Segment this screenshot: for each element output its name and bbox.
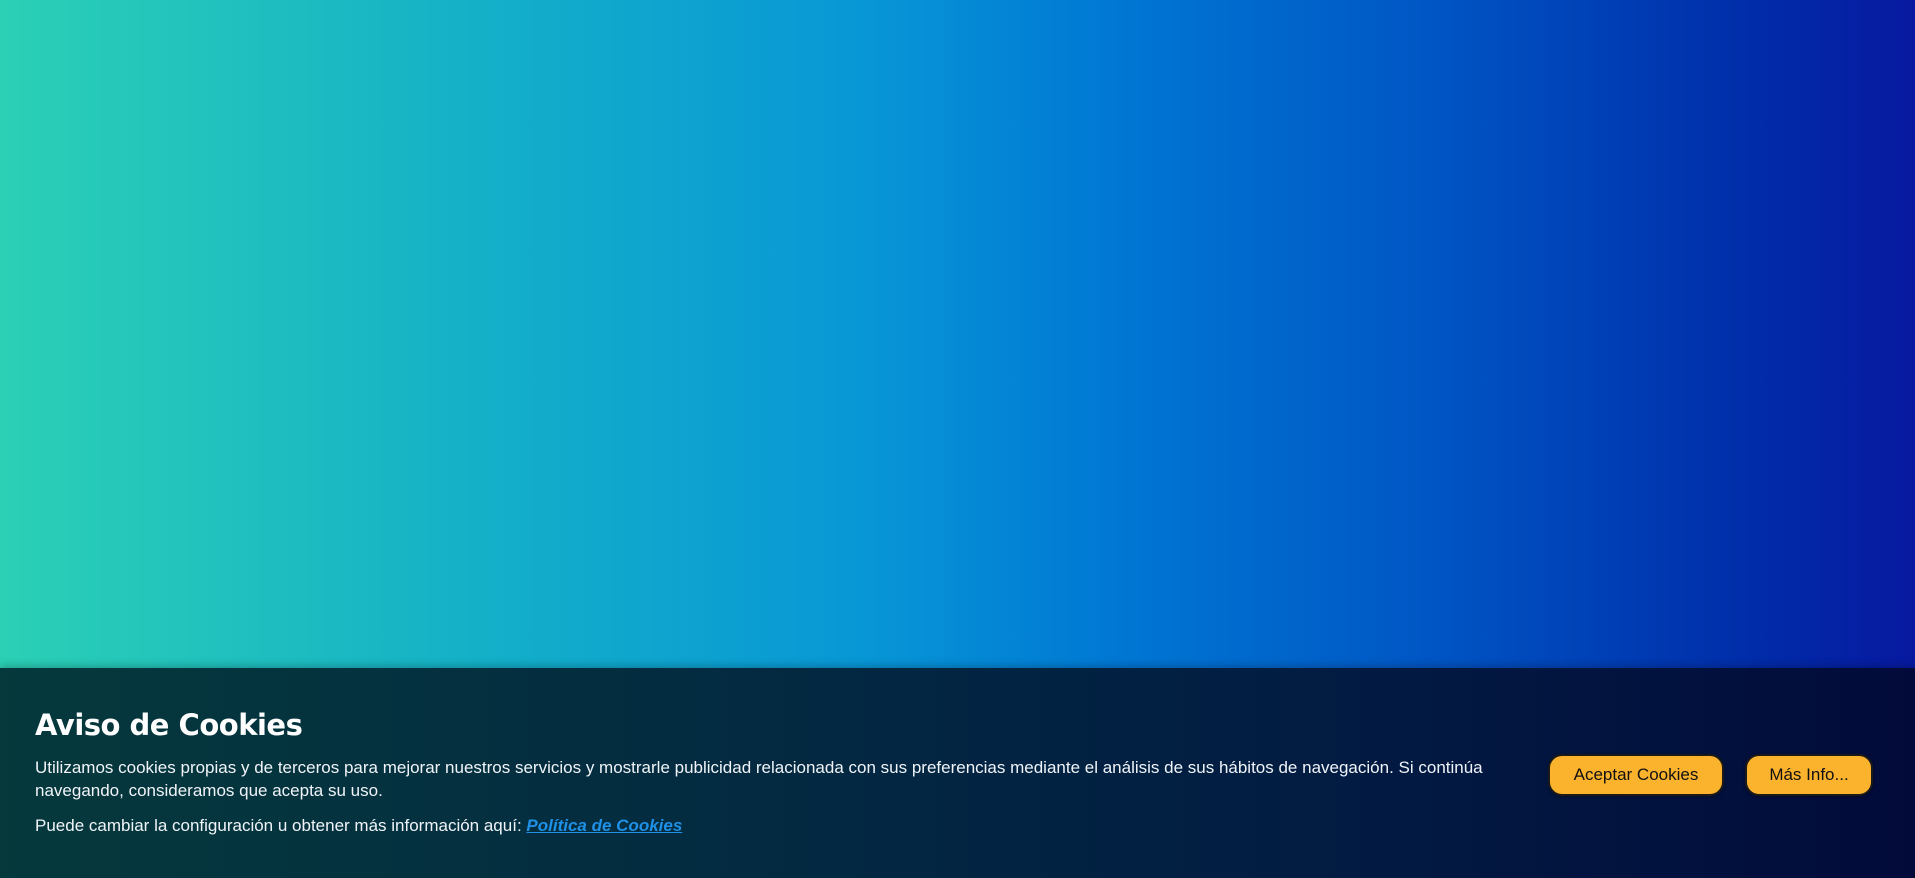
cookie-config-text: Puede cambiar la configuración u obtener… bbox=[35, 816, 522, 835]
cookie-banner: Aviso de Cookies Utilizamos cookies prop… bbox=[0, 668, 1915, 878]
cookie-banner-text: Aviso de Cookies Utilizamos cookies prop… bbox=[35, 708, 1535, 837]
page-background: Aviso de Cookies Utilizamos cookies prop… bbox=[0, 0, 1915, 878]
cookie-banner-description: Utilizamos cookies propias y de terceros… bbox=[35, 758, 1483, 800]
cookie-policy-link[interactable]: Política de Cookies bbox=[526, 816, 682, 835]
more-info-button[interactable]: Más Info... bbox=[1745, 754, 1873, 796]
cookie-banner-title: Aviso de Cookies bbox=[35, 708, 303, 742]
accept-cookies-button[interactable]: Aceptar Cookies bbox=[1548, 754, 1724, 796]
cookie-config-line: Puede cambiar la configuración u obtener… bbox=[35, 814, 1535, 837]
